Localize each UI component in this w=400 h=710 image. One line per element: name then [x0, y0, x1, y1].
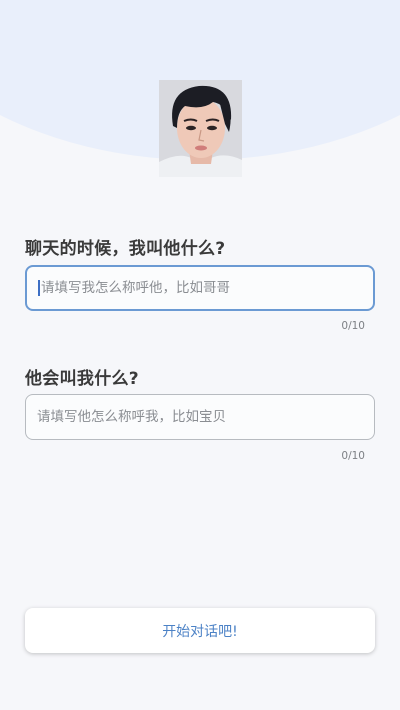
- avatar: [159, 80, 242, 177]
- my-nickname-input[interactable]: [37, 409, 374, 425]
- avatar-image: [159, 80, 242, 177]
- question-what-i-call-him: 聊天的时候，我叫他什么?: [25, 239, 226, 259]
- him-nickname-field[interactable]: [25, 265, 375, 311]
- my-nickname-field[interactable]: [25, 394, 375, 440]
- start-chat-button[interactable]: 开始对话吧!: [25, 608, 375, 653]
- char-counter: 0/10: [341, 320, 365, 332]
- char-counter: 0/10: [341, 450, 365, 462]
- question-what-he-calls-me: 他会叫我什么?: [25, 369, 139, 389]
- text-caret: [38, 280, 40, 296]
- him-nickname-input[interactable]: [41, 280, 373, 296]
- app-screen: 聊天的时候，我叫他什么? 0/10 他会叫我什么? 0/10 开始对话吧!: [0, 0, 400, 710]
